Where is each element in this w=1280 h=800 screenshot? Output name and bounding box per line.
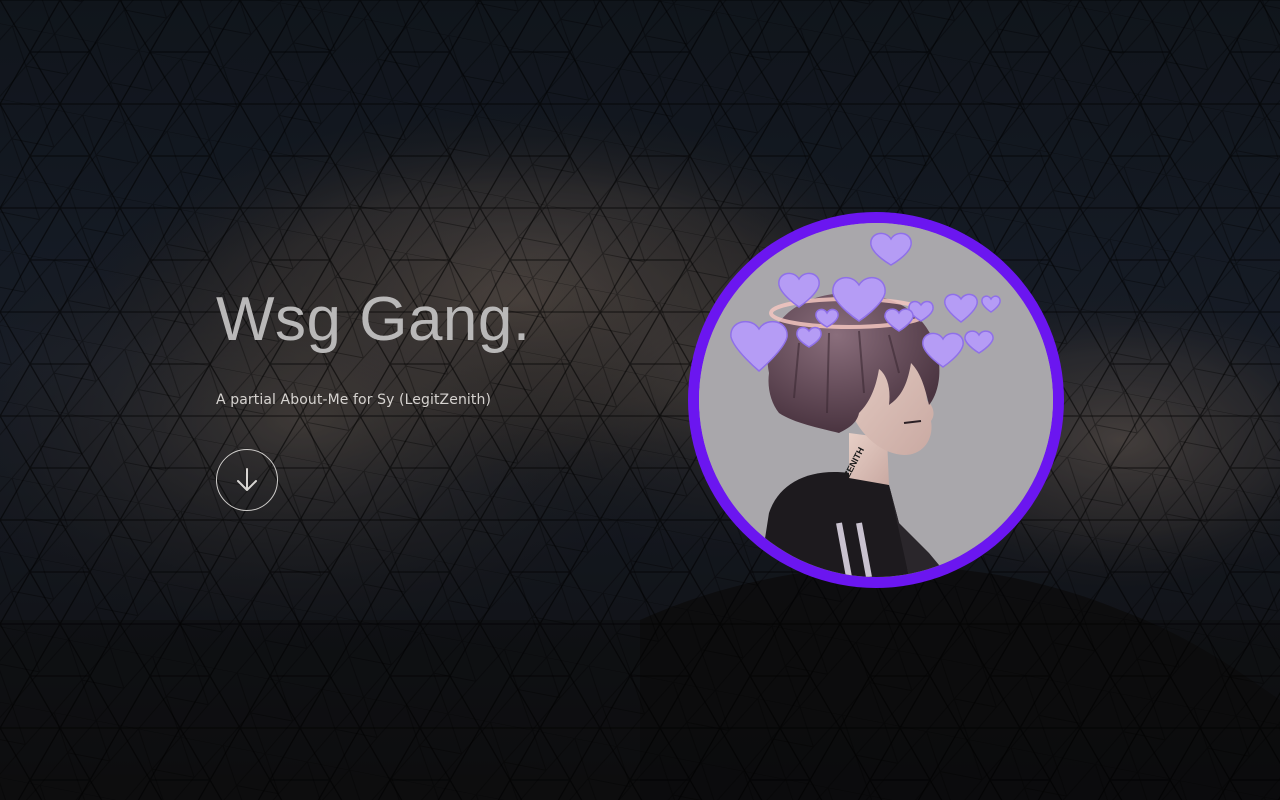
scroll-down-button[interactable] <box>216 449 278 511</box>
background-image <box>0 0 1280 800</box>
hero-text: Wsg Gang. A partial About-Me for Sy (Leg… <box>216 282 531 408</box>
avatar-illustration: ZENITH <box>699 223 1053 577</box>
avatar: ZENITH <box>688 212 1064 588</box>
avatar-image: ZENITH <box>699 223 1053 577</box>
hero-section: Wsg Gang. A partial About-Me for Sy (Leg… <box>0 0 1280 800</box>
page-subtitle: A partial About-Me for Sy (LegitZenith) <box>216 392 492 408</box>
arrow-down-icon <box>237 468 257 491</box>
page-title: Wsg Gang. <box>216 285 531 354</box>
